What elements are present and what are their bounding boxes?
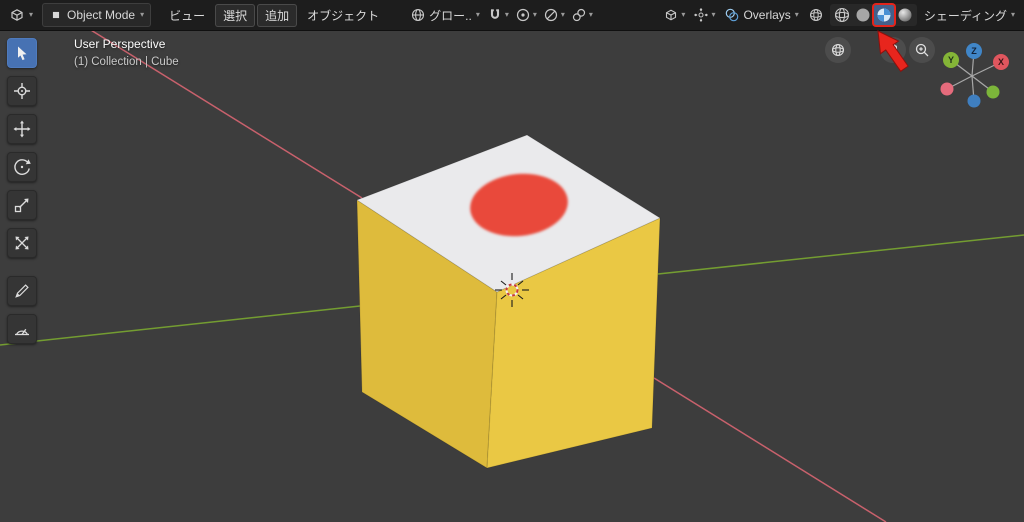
solid-sphere-icon [856,8,870,22]
editor-type-button[interactable]: ▾ [6,5,36,25]
chevron-down-icon: ▾ [711,10,716,19]
pan-view-button[interactable] [880,37,906,63]
tool-move-button[interactable] [7,114,37,144]
chevron-down-icon: ▾ [532,10,537,19]
chevron-down-icon: ▾ [29,10,34,19]
tool-scale-button[interactable] [7,190,37,220]
proportional-editing-dropdown[interactable]: ▾ [513,5,539,25]
tool-rotate-button[interactable] [7,152,37,182]
material-preview-sphere-icon [877,8,891,22]
tool-cursor-button[interactable] [7,76,37,106]
chevron-down-icon: ▾ [504,10,509,19]
xray-toggle[interactable] [806,5,826,25]
shading-rendered-button[interactable] [895,5,915,25]
gizmos-icon [694,8,709,22]
select-cursor-icon [18,46,27,61]
gizmos-dropdown[interactable]: ▾ [691,5,717,25]
orientation-label: グロー.. [429,8,472,23]
rendered-sphere-icon [898,8,912,22]
sphere-grid-icon [832,44,844,56]
gizmo-axis-x-negative[interactable] [940,82,954,96]
wireframe-sphere-icon [834,7,849,23]
viewport-editor-icon [11,9,23,21]
chevron-down-icon: ▾ [681,10,686,19]
tool-select-box-button[interactable] [7,38,37,68]
orientation-dropdown[interactable]: グロー.. ▾ [407,5,483,26]
gizmo-axis-y-negative[interactable] [986,85,1000,99]
gizmo-axis-z-negative[interactable] [967,94,981,108]
mode-dropdown-label: Object Mode [67,8,136,22]
shading-settings-dropdown[interactable]: シェーディング ▾ [921,5,1018,26]
gizmo-x-label: X [998,57,1004,67]
shading-mode-group [829,4,917,26]
gizmo-y-label: Y [948,55,954,65]
menu-select[interactable]: 選択 [215,3,256,27]
chain-link-dropdown[interactable]: ▾ [569,5,595,25]
chain-link-icon [572,8,585,22]
proportional-falloff-dropdown[interactable]: ▾ [541,5,567,25]
shading-label: シェーディング [923,8,1007,23]
measure-protractor-icon [15,328,29,336]
move-arrows-icon [13,120,31,138]
header-menus: ビュー 選択 追加 オブジェクト [161,3,387,27]
magnet-icon [490,9,499,19]
projection-toggle-button[interactable] [825,37,851,63]
snapping-dropdown[interactable]: ▾ [485,5,511,25]
overlays-dropdown[interactable]: Overlays ▾ [721,5,801,25]
menu-object[interactable]: オブジェクト [299,4,387,27]
zoom-view-button[interactable] [909,37,935,63]
xray-sphere-grid-icon [809,9,822,21]
tool-measure-button[interactable] [7,314,37,344]
shading-solid-button[interactable] [853,5,873,25]
x-axis-line [653,377,887,522]
header-right-cluster: ▾ ▾ Overlays ▾ シェーディング ▾ [661,4,1018,26]
hand-icon [887,43,897,56]
magnifier-plus-icon [915,43,929,57]
chevron-down-icon: ▾ [560,10,565,19]
tool-annotate-button[interactable] [7,276,37,306]
shading-material-preview-button[interactable] [873,5,894,25]
y-axis-line [0,305,361,346]
chevron-down-icon: ▾ [588,10,593,19]
object-mode-icon [52,11,60,19]
transform-icon [15,236,29,250]
shading-wireframe-button[interactable] [832,5,852,25]
mode-dropdown[interactable]: Object Mode ▾ [42,3,152,27]
viewport-info-text: User Perspective (1) Collection | Cube [74,37,179,68]
overlays-label: Overlays [743,8,791,22]
object-types-cube-icon [666,9,677,21]
menu-view[interactable]: ビュー [161,4,213,27]
chevron-down-icon: ▾ [475,10,480,19]
scene-canvas: Y Z X [0,30,1024,522]
rotate-arc-icon [14,159,31,175]
view-perspective-label: User Perspective [74,37,166,51]
tool-bar [7,38,37,344]
orientation-globe-icon [412,8,425,22]
gizmo-z-label: Z [971,46,977,56]
chevron-down-icon: ▾ [794,10,799,19]
chevron-down-icon: ▾ [1010,10,1015,19]
y-axis-line [657,234,1024,275]
viewport-3d[interactable]: Y Z X User Perspective (1) Collection | … [0,30,1024,522]
navigation-gizmo[interactable]: Y Z X [940,43,1010,108]
object-types-visibility-dropdown[interactable]: ▾ [661,5,687,25]
3d-cursor-tool-icon [14,83,30,99]
collection-breadcrumb: (1) Collection | Cube [74,56,179,68]
scale-icon [14,198,29,213]
chevron-down-icon: ▾ [140,10,145,19]
overlays-icon [726,8,739,22]
blender-window: ▾ Object Mode ▾ ビュー 選択 追加 オブジェクト グロー.. ▾ [0,0,1024,522]
menu-add[interactable]: 追加 [257,3,298,27]
tool-transform-button[interactable] [7,228,37,258]
top-header: ▾ Object Mode ▾ ビュー 選択 追加 オブジェクト グロー.. ▾ [0,0,1024,31]
annotate-pencil-icon [15,284,29,298]
slashed-circle-icon [544,8,557,22]
proportional-circle-icon [516,8,529,22]
